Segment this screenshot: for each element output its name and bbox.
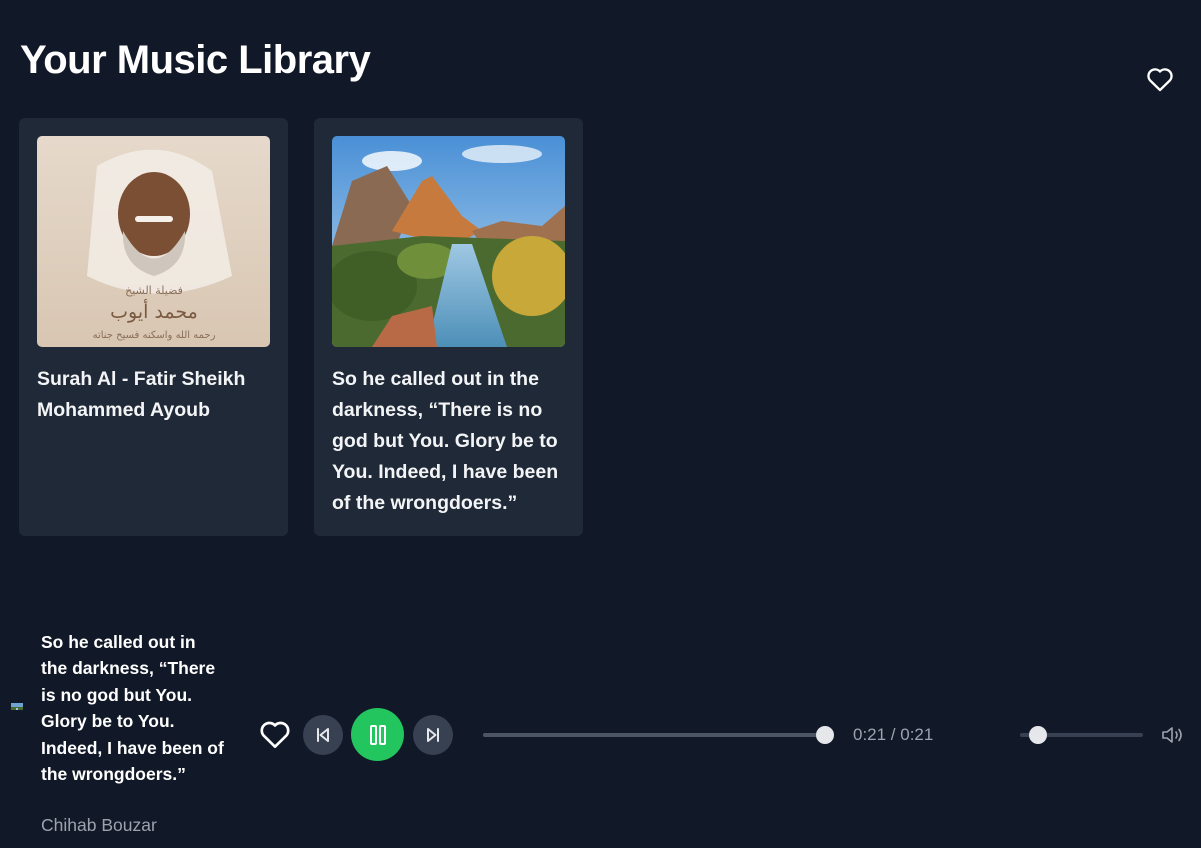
- now-playing-bar: So he called out in the darkness, “There…: [0, 612, 1201, 848]
- album-art-sheikh: فضيلة الشيخ محمد أيوب رحمه الله واسكنه ف…: [37, 136, 270, 347]
- volume-slider-thumb[interactable]: [1029, 726, 1048, 744]
- album-art-canyon: [332, 136, 565, 347]
- previous-track-button[interactable]: [303, 715, 343, 755]
- library-card[interactable]: So he called out in the darkness, “There…: [314, 118, 583, 536]
- favorites-heart-icon[interactable]: [1146, 66, 1174, 92]
- now-playing-title: So he called out in the darkness, “There…: [41, 632, 224, 785]
- volume-slider[interactable]: [1020, 726, 1143, 744]
- playback-time: 0:21 / 0:21: [853, 725, 934, 744]
- seek-slider-thumb[interactable]: [816, 726, 834, 744]
- pause-icon: [369, 724, 386, 745]
- card-title: So he called out in the darkness, “There…: [332, 368, 559, 514]
- now-playing-thumbnail: [11, 700, 23, 710]
- svg-text:رحمه الله واسكنه فسيح جناته: رحمه الله واسكنه فسيح جناته: [93, 330, 216, 341]
- like-heart-icon[interactable]: [259, 719, 291, 749]
- svg-text:محمد أيوب: محمد أيوب: [110, 299, 198, 323]
- volume-icon[interactable]: [1160, 724, 1184, 746]
- skip-back-icon: [317, 728, 329, 742]
- play-pause-button[interactable]: [351, 708, 404, 761]
- now-playing-artist: Chihab Bouzar: [41, 815, 157, 835]
- skip-forward-icon: [427, 728, 439, 742]
- svg-text:فضيلة الشيخ: فضيلة الشيخ: [125, 284, 183, 297]
- seek-slider[interactable]: [483, 726, 834, 744]
- library-card[interactable]: فضيلة الشيخ محمد أيوب رحمه الله واسكنه ف…: [19, 118, 288, 536]
- card-title: Surah Al - Fatir Sheikh Mohammed Ayoub: [37, 368, 246, 421]
- page-title: Your Music Library: [20, 38, 371, 82]
- seek-progress-fill: [483, 733, 825, 737]
- next-track-button[interactable]: [413, 715, 453, 755]
